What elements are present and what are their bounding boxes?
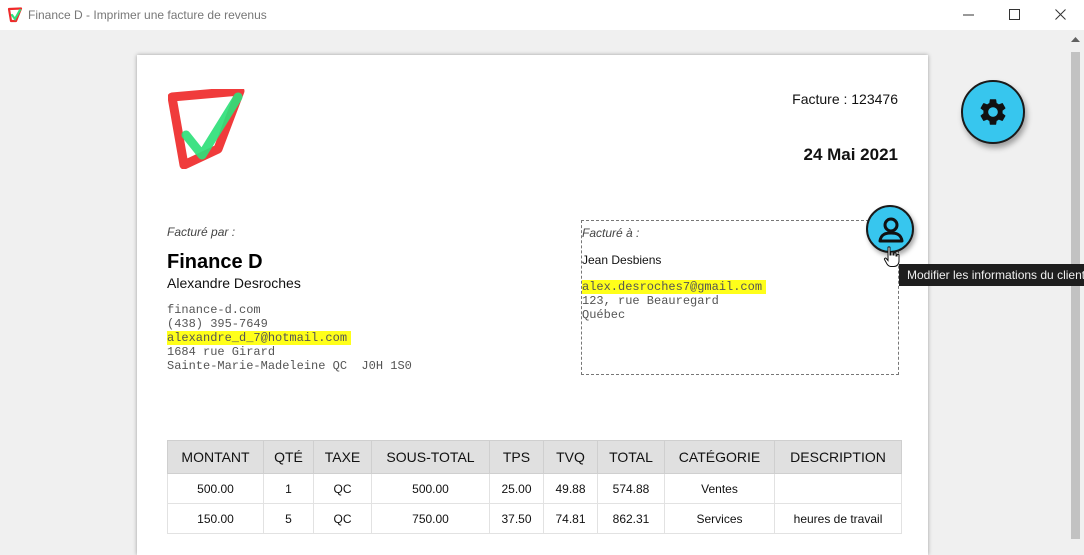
issuer-phone: (438) 395-7649 xyxy=(167,317,268,331)
column-header: DESCRIPTION xyxy=(774,440,902,474)
table-row: 500.00 1 QC 500.00 25.00 49.88 574.88 Ve… xyxy=(167,473,902,504)
table-cell: 862.31 xyxy=(597,503,665,534)
window-title: Finance D - Imprimer une facture de reve… xyxy=(28,8,267,22)
scroll-up-arrow-icon[interactable] xyxy=(1071,36,1080,42)
client-contact: alex.desroches7@gmail.com 123, rue Beaur… xyxy=(582,280,767,322)
table-cell: 25.00 xyxy=(489,473,544,504)
title-bar: Finance D - Imprimer une facture de reve… xyxy=(0,0,1084,30)
issuer-contact: finance-d.com (438) 395-7649 alexandre_d… xyxy=(167,303,412,373)
table-cell: QC xyxy=(313,503,372,534)
table-row: 150.00 5 QC 750.00 37.50 74.81 862.31 Se… xyxy=(167,503,902,534)
issuer-address-line2: Sainte-Marie-Madeleine QC J0H 1S0 xyxy=(167,359,412,373)
column-header: TOTAL xyxy=(597,440,665,474)
issuer-address-line1: 1684 rue Girard xyxy=(167,345,276,359)
client-name: Jean Desbiens xyxy=(582,253,662,267)
table-cell: 5 xyxy=(263,503,314,534)
issuer-email: alexandre_d_7@hotmail.com xyxy=(167,331,352,345)
table-cell: 500.00 xyxy=(371,473,490,504)
table-cell: 500.00 xyxy=(167,473,264,504)
table-header-row: MONTANT QTÉ TAXE SOUS-TOTAL TPS TVQ TOTA… xyxy=(167,440,902,474)
column-header: QTÉ xyxy=(263,440,314,474)
invoice-page: Facture : 123476 24 Mai 2021 Facturé par… xyxy=(137,55,928,555)
minimize-icon xyxy=(963,14,974,16)
invoice-table: MONTANT QTÉ TAXE SOUS-TOTAL TPS TVQ TOTA… xyxy=(167,440,902,534)
column-header: TVQ xyxy=(543,440,598,474)
column-header: CATÉGORIE xyxy=(664,440,775,474)
user-icon xyxy=(878,217,904,243)
client-email: alex.desroches7@gmail.com xyxy=(582,280,767,294)
column-header: TPS xyxy=(489,440,544,474)
minimize-button[interactable] xyxy=(946,0,992,30)
table-cell: Ventes xyxy=(664,473,775,504)
table-cell: 574.88 xyxy=(597,473,665,504)
client-address-line2: Québec xyxy=(582,308,626,322)
close-button[interactable] xyxy=(1038,0,1084,30)
billed-by-label: Facturé par : xyxy=(167,225,236,239)
finance-d-logo xyxy=(168,89,245,169)
app-logo-icon xyxy=(7,7,23,23)
table-cell: heures de travail xyxy=(774,503,902,534)
scrollbar-thumb[interactable] xyxy=(1071,52,1080,539)
column-header: SOUS-TOTAL xyxy=(371,440,490,474)
tooltip: Modifier les informations du client xyxy=(899,264,1084,286)
issuer-name: Alexandre Desroches xyxy=(167,275,301,291)
maximize-icon xyxy=(1009,9,1020,20)
issuer-website: finance-d.com xyxy=(167,303,261,317)
table-cell xyxy=(774,473,902,504)
billed-to-box: Facturé à : Jean Desbiens alex.desroches… xyxy=(581,220,899,375)
table-cell: 1 xyxy=(263,473,314,504)
table-cell: 74.81 xyxy=(543,503,598,534)
column-header: MONTANT xyxy=(167,440,264,474)
table-cell: Services xyxy=(664,503,775,534)
close-icon xyxy=(1055,9,1066,20)
table-cell: 37.50 xyxy=(489,503,544,534)
client-address-line1: 123, rue Beauregard xyxy=(582,294,719,308)
settings-button[interactable] xyxy=(961,80,1025,144)
table-cell: 750.00 xyxy=(371,503,490,534)
table-cell: 49.88 xyxy=(543,473,598,504)
billed-to-label: Facturé à : xyxy=(582,226,640,240)
invoice-number: Facture : 123476 xyxy=(792,91,898,107)
invoice-date: 24 Mai 2021 xyxy=(803,145,898,164)
maximize-button[interactable] xyxy=(992,0,1038,30)
column-header: TAXE xyxy=(313,440,372,474)
table-cell: QC xyxy=(313,473,372,504)
company-name: Finance D xyxy=(167,251,263,273)
table-cell: 150.00 xyxy=(167,503,264,534)
gear-icon xyxy=(980,99,1006,125)
